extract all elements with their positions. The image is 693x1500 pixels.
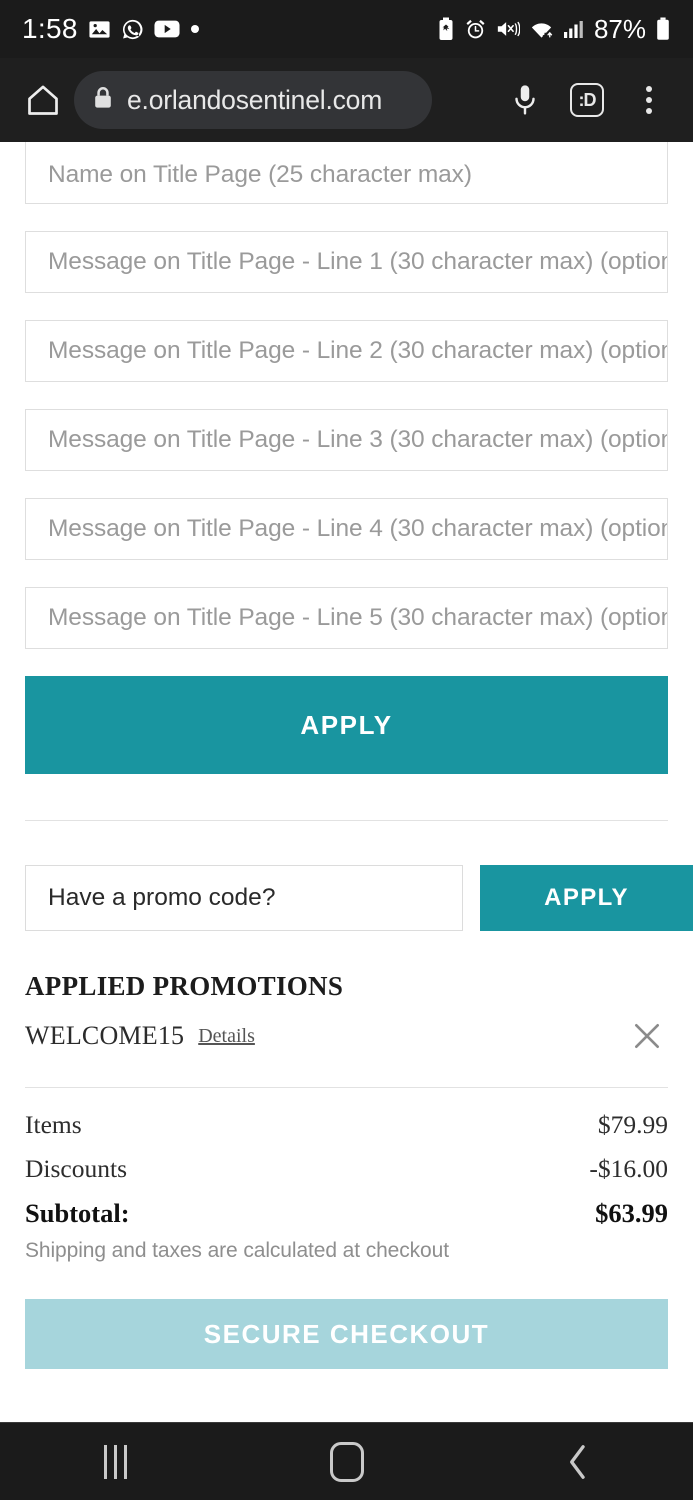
input-name-on-title-page[interactable]: Name on Title Page (25 character max): [25, 142, 668, 204]
alarm-icon: [464, 18, 487, 41]
close-icon[interactable]: [626, 1015, 668, 1057]
dot-indicator-icon: [190, 24, 200, 34]
status-bar-clock: 1:58: [22, 13, 78, 44]
promo-code-row: Have a promo code? APPLY: [25, 865, 693, 931]
wifi-icon: [529, 18, 554, 40]
summary-row-label: Items: [25, 1110, 82, 1139]
battery-saver-icon: [437, 17, 455, 41]
recents-icon[interactable]: [56, 1423, 176, 1500]
input-placeholder: Message on Title Page - Line 1 (30 chara…: [48, 248, 668, 275]
input-placeholder: Name on Title Page (25 character max): [48, 161, 472, 188]
status-bar-left: 1:58: [22, 13, 200, 45]
promo-code-input[interactable]: Have a promo code?: [25, 865, 463, 931]
webpage-viewport: Name on Title Page (25 character max) Me…: [0, 142, 693, 1422]
url-text: e.orlandosentinel.com: [127, 84, 383, 115]
applied-promotion-row: WELCOME15 Details: [25, 1015, 668, 1057]
summary-row-subtotal: Subtotal: $63.99: [25, 1198, 668, 1229]
promotion-details-link[interactable]: Details: [198, 1025, 255, 1048]
cart-personalization-section: Name on Title Page (25 character max) Me…: [0, 142, 693, 1369]
status-bar-right: 87%: [437, 14, 671, 45]
summary-row-label: Discounts: [25, 1154, 127, 1183]
apply-promo-button[interactable]: APPLY: [480, 865, 693, 931]
subtotal-value: $63.99: [595, 1198, 668, 1228]
android-nav-bar: [0, 1422, 693, 1500]
input-message-line-5[interactable]: Message on Title Page - Line 5 (30 chara…: [25, 587, 668, 649]
promotion-code-label: WELCOME15: [25, 1021, 185, 1050]
input-message-line-2[interactable]: Message on Title Page - Line 2 (30 chara…: [25, 320, 668, 382]
applied-promotions-heading: APPLIED PROMOTIONS: [25, 971, 344, 1001]
battery-icon: [655, 17, 671, 41]
promo-code-input-text: Have a promo code?: [48, 884, 276, 911]
tab-count-label: :D: [570, 83, 604, 117]
whatsapp-icon: [121, 18, 144, 41]
shipping-note: Shipping and taxes are calculated at che…: [25, 1239, 449, 1262]
back-chevron-icon[interactable]: [518, 1423, 638, 1500]
input-message-line-1[interactable]: Message on Title Page - Line 1 (30 chara…: [25, 231, 668, 293]
input-message-line-3[interactable]: Message on Title Page - Line 3 (30 chara…: [25, 409, 668, 471]
input-message-line-4[interactable]: Message on Title Page - Line 4 (30 chara…: [25, 498, 668, 560]
photos-icon: [88, 18, 111, 41]
browser-toolbar: e.orlandosentinel.com :D: [0, 58, 693, 142]
overflow-menu-icon[interactable]: [621, 72, 677, 128]
summary-row-discounts: Discounts -$16.00: [25, 1154, 668, 1184]
lock-icon: [92, 86, 114, 115]
tab-switcher-button[interactable]: :D: [559, 72, 615, 128]
phone-screen: 1:58 87% e.orlandosentinel.com:D Name o…: [0, 0, 693, 1500]
summary-divider: [25, 1087, 668, 1088]
android-status-bar: 1:58 87%: [0, 0, 693, 58]
cellular-signal-icon: [563, 18, 585, 40]
youtube-icon: [154, 18, 180, 40]
url-bar[interactable]: e.orlandosentinel.com: [74, 71, 432, 129]
section-divider: [25, 820, 668, 821]
apply-personalization-button[interactable]: APPLY: [25, 676, 668, 774]
secure-checkout-button[interactable]: SECURE CHECKOUT: [25, 1299, 668, 1369]
input-placeholder: Message on Title Page - Line 2 (30 chara…: [48, 337, 668, 364]
summary-row-value: $79.99: [597, 1110, 668, 1139]
input-placeholder: Message on Title Page - Line 4 (30 chara…: [48, 515, 668, 542]
input-placeholder: Message on Title Page - Line 5 (30 chara…: [48, 604, 668, 631]
input-placeholder: Message on Title Page - Line 3 (30 chara…: [48, 426, 668, 453]
home-square-icon[interactable]: [287, 1423, 407, 1500]
home-icon[interactable]: [16, 82, 70, 118]
summary-row-value: -$16.00: [589, 1154, 668, 1183]
summary-row-items: Items $79.99: [25, 1110, 668, 1140]
order-summary: Items $79.99 Discounts -$16.00 Subtotal:…: [25, 1110, 668, 1263]
mute-vibrate-icon: [496, 18, 520, 40]
microphone-icon[interactable]: [497, 72, 553, 128]
browser-actions: :D: [497, 72, 677, 128]
battery-percent-label: 87%: [593, 13, 646, 44]
subtotal-label: Subtotal:: [25, 1198, 130, 1228]
